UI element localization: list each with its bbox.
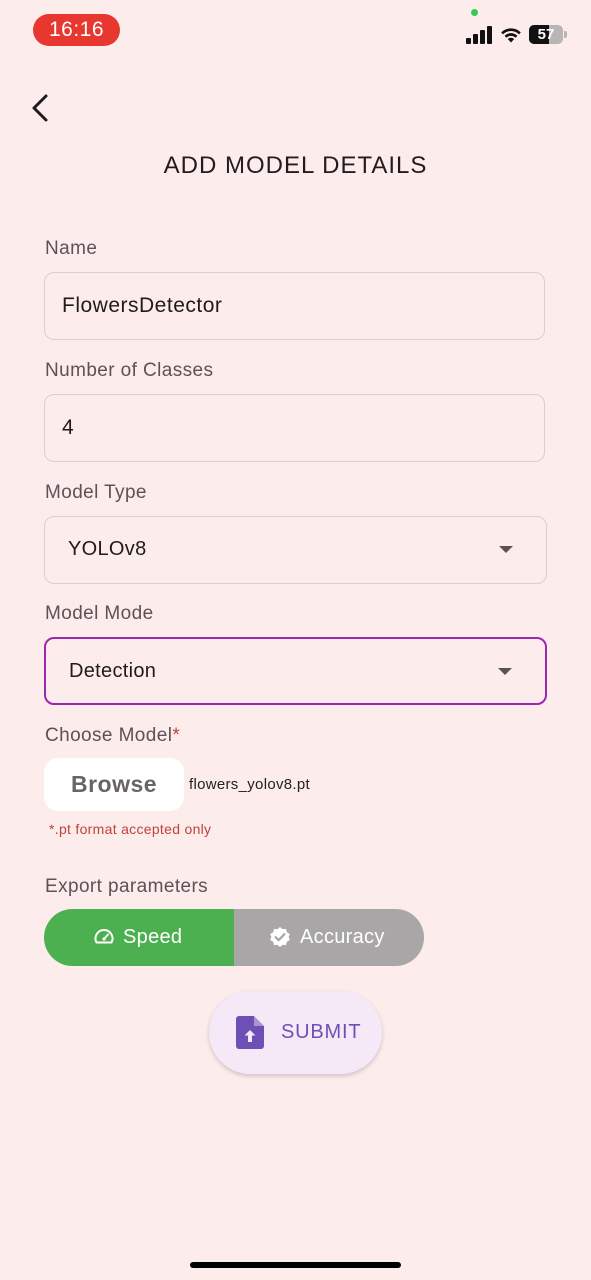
model-type-label: Model Type — [45, 482, 147, 503]
choose-model-label: Choose Model* — [45, 725, 180, 747]
accuracy-option-label: Accuracy — [300, 926, 385, 948]
browse-button[interactable]: Browse — [44, 758, 184, 811]
status-bar: 16:16 57 — [0, 0, 591, 60]
model-mode-label: Model Mode — [45, 603, 154, 624]
status-time: 16:16 — [33, 14, 120, 46]
speed-option-button[interactable]: Speed — [44, 909, 234, 966]
dropdown-arrow-icon — [499, 546, 513, 553]
name-label: Name — [45, 238, 98, 259]
file-format-hint: *.pt format accepted only — [49, 821, 212, 837]
wifi-icon — [501, 28, 521, 43]
battery-cap — [564, 31, 567, 38]
battery-level: 57 — [537, 26, 555, 43]
model-type-dropdown[interactable]: YOLOv8 — [44, 516, 547, 584]
submit-label: SUBMIT — [281, 1021, 362, 1043]
required-asterisk: * — [172, 725, 181, 746]
model-mode-dropdown[interactable]: Detection — [44, 637, 547, 705]
cellular-signal-icon — [466, 26, 492, 44]
page-title: ADD MODEL DETAILS — [163, 152, 428, 179]
battery-icon: 57 — [529, 25, 563, 44]
export-parameters-toggle: Speed Accuracy — [44, 909, 424, 966]
num-classes-input[interactable]: 4 — [44, 394, 545, 462]
home-indicator[interactable] — [190, 1262, 401, 1268]
verified-check-icon — [270, 927, 290, 947]
speedometer-icon — [94, 929, 114, 944]
submit-button[interactable]: SUBMIT — [209, 991, 382, 1074]
back-arrow-icon[interactable] — [24, 88, 58, 128]
model-mode-value: Detection — [69, 660, 157, 682]
name-input[interactable]: FlowersDetector — [44, 272, 545, 340]
export-parameters-label: Export parameters — [45, 876, 209, 897]
num-classes-label: Number of Classes — [45, 360, 214, 381]
file-upload-icon — [236, 1016, 264, 1049]
dropdown-arrow-icon — [498, 668, 512, 675]
accuracy-option-button[interactable]: Accuracy — [234, 909, 424, 966]
selected-file-name: flowers_yolov8.pt — [189, 776, 310, 793]
camera-indicator-dot — [471, 9, 478, 16]
model-type-value: YOLOv8 — [68, 538, 147, 560]
choose-model-label-text: Choose Model — [45, 725, 173, 746]
speed-option-label: Speed — [123, 926, 183, 948]
